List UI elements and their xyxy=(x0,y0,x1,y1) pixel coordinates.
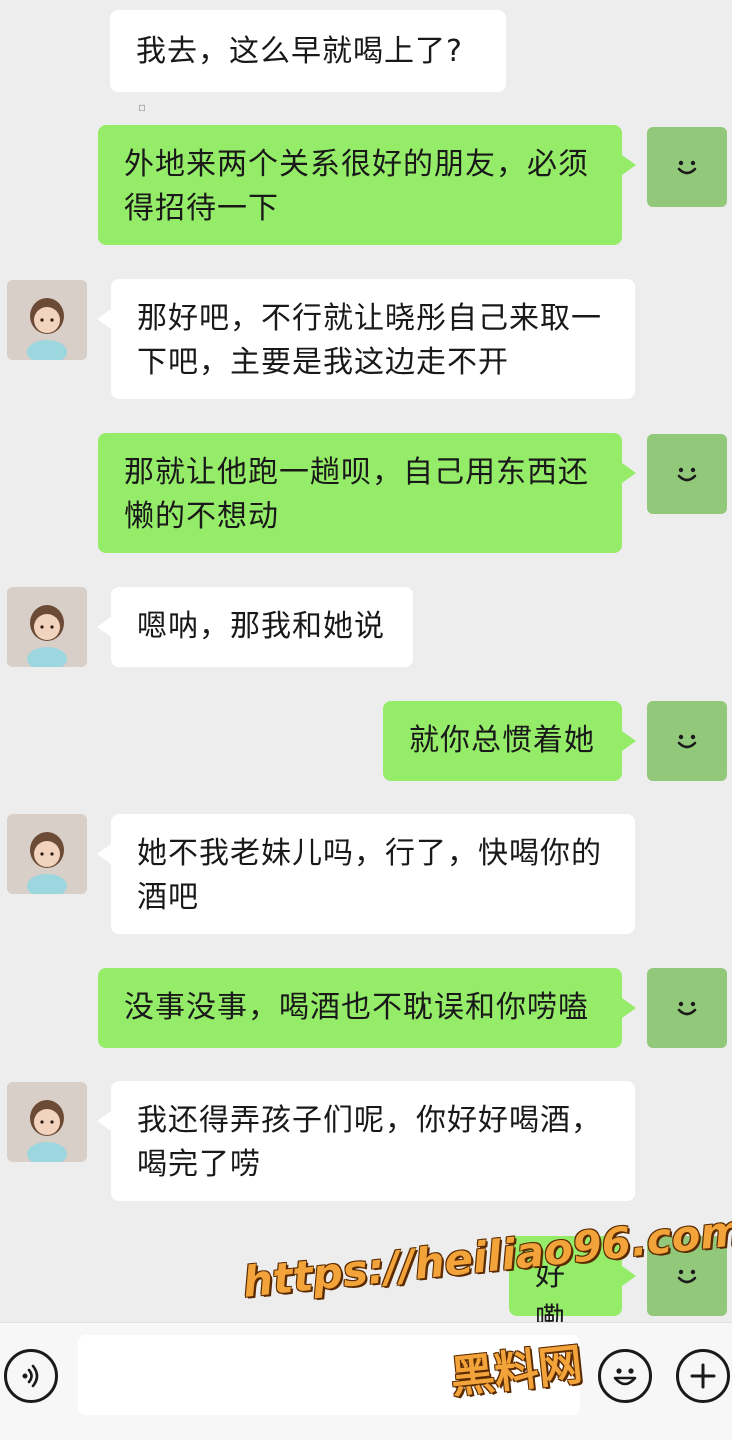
message-text: 就你总惯着她 xyxy=(409,723,595,758)
message-bubble-incoming[interactable]: 嗯呐，那我和她说 xyxy=(97,587,413,667)
message-text: 我还得弄孩子们呢，你好好喝酒，喝完了唠 xyxy=(137,1103,602,1182)
message-bubble-outgoing[interactable]: 那就让他跑一趟呗，自己用东西还懒的不想动 xyxy=(98,433,636,553)
emoji-button[interactable] xyxy=(598,1349,652,1403)
add-button[interactable] xyxy=(676,1349,730,1403)
cartoon-girl-avatar-icon xyxy=(7,814,87,894)
message-bubble-outgoing[interactable]: 外地来两个关系很好的朋友，必须得招待一下 xyxy=(98,125,636,245)
message-text: 嗯呐，那我和她说 xyxy=(137,609,385,644)
emoji-icon xyxy=(613,1368,637,1386)
chat-message-list[interactable]: 我去，这么早就喝上了? ▫ 外地来两个关系很好的朋友，必须得招待一下 那好吧，不… xyxy=(0,0,732,1322)
cartoon-girl-avatar-icon xyxy=(7,1082,87,1162)
message-text: 那好吧，不行就让晓彤自己来取一下吧，主要是我这边走不开 xyxy=(137,301,602,380)
voice-button[interactable] xyxy=(4,1349,58,1403)
contact-avatar[interactable] xyxy=(7,814,87,894)
message-bubble-incoming[interactable]: 我还得弄孩子们呢，你好好喝酒，喝完了唠 xyxy=(97,1081,635,1201)
smile-avatar-icon xyxy=(677,1001,697,1016)
contact-avatar[interactable] xyxy=(7,587,87,667)
my-avatar[interactable] xyxy=(647,434,727,514)
message-text: 她不我老妹儿吗，行了，快喝你的酒吧 xyxy=(137,836,602,915)
message-text: 没事没事，喝酒也不耽误和你唠嗑 xyxy=(124,990,589,1025)
message-status-mark: ▫ xyxy=(138,100,147,114)
watermark-site-name: 黑料网 xyxy=(448,1339,585,1404)
my-avatar[interactable] xyxy=(647,701,727,781)
cartoon-girl-avatar-icon xyxy=(7,587,87,667)
voice-icon xyxy=(22,1364,39,1388)
message-bubble-outgoing[interactable]: 就你总惯着她 xyxy=(383,701,636,781)
contact-avatar[interactable] xyxy=(7,1082,87,1162)
message-bubble-outgoing[interactable]: 没事没事，喝酒也不耽误和你唠嗑 xyxy=(98,968,636,1048)
message-text: 我去，这么早就喝上了? xyxy=(136,34,463,69)
message-text: 外地来两个关系很好的朋友，必须得招待一下 xyxy=(124,147,589,226)
smile-avatar-icon xyxy=(677,734,697,749)
smile-avatar-icon xyxy=(677,1269,697,1284)
plus-icon xyxy=(690,1363,716,1389)
message-bubble-incoming[interactable]: 我去，这么早就喝上了? xyxy=(110,10,506,92)
my-avatar[interactable] xyxy=(647,127,727,207)
contact-avatar[interactable] xyxy=(7,280,87,360)
cartoon-girl-avatar-icon xyxy=(7,280,87,360)
message-bubble-incoming[interactable]: 她不我老妹儿吗，行了，快喝你的酒吧 xyxy=(97,814,635,934)
smile-avatar-icon xyxy=(677,160,697,175)
message-input-bar xyxy=(0,1322,732,1440)
message-text: 那就让他跑一趟呗，自己用东西还懒的不想动 xyxy=(124,455,589,534)
smile-avatar-icon xyxy=(677,467,697,482)
message-bubble-incoming[interactable]: 那好吧，不行就让晓彤自己来取一下吧，主要是我这边走不开 xyxy=(97,279,635,399)
my-avatar[interactable] xyxy=(647,968,727,1048)
